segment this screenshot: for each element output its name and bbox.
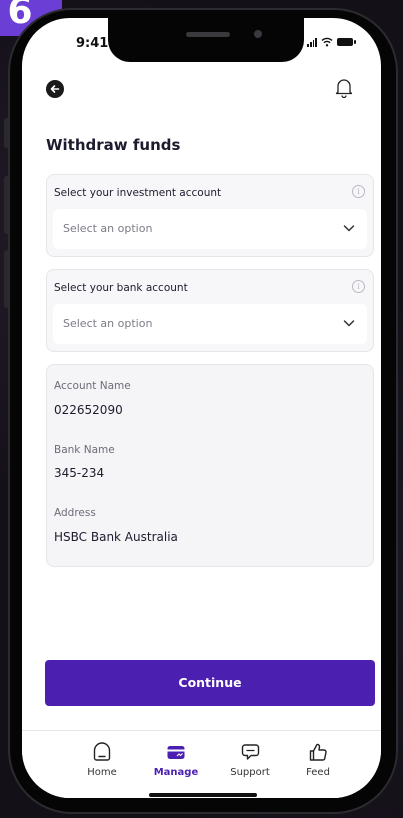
- account-name-label: Account Name: [54, 380, 131, 392]
- account-name-value: 022652090: [54, 403, 123, 417]
- top-bar: [22, 74, 381, 106]
- bank-account-placeholder: Select an option: [63, 317, 153, 330]
- investment-account-field: Select your investment account i Select …: [46, 174, 374, 257]
- bank-name-label: Bank Name: [54, 444, 115, 456]
- bell-icon[interactable]: [333, 76, 355, 98]
- account-details-card: Account Name 022652090 Bank Name 345-234…: [46, 364, 374, 567]
- bank-name-value: 345-234: [54, 466, 105, 480]
- home-icon: [93, 742, 111, 761]
- bank-account-select[interactable]: Select an option: [53, 304, 367, 344]
- home-indicator: [149, 793, 257, 797]
- notch: [108, 18, 304, 62]
- battery-icon: [337, 38, 356, 46]
- tab-feed-label: Feed: [306, 767, 330, 778]
- status-icons: [307, 37, 356, 47]
- status-time: 9:41: [76, 36, 109, 51]
- address-label: Address: [54, 507, 96, 519]
- camera: [254, 30, 262, 38]
- bank-account-label: Select your bank account: [54, 282, 188, 294]
- tab-manage-label: Manage: [153, 767, 199, 778]
- wifi-icon: [321, 37, 333, 47]
- tab-home-label: Home: [87, 767, 117, 778]
- status-bar: 9:41: [22, 18, 381, 62]
- investment-account-placeholder: Select an option: [63, 222, 153, 235]
- bottom-tab-bar: Home Manage Support Feed: [22, 730, 381, 798]
- tab-home[interactable]: Home: [72, 741, 132, 778]
- back-button[interactable]: [46, 80, 64, 98]
- address-value: HSBC Bank Australia: [54, 530, 178, 544]
- support-icon: [241, 744, 260, 760]
- info-icon[interactable]: i: [352, 280, 365, 293]
- bank-account-field: Select your bank account i Select an opt…: [46, 269, 374, 352]
- signal-icon: [307, 37, 317, 47]
- tab-manage[interactable]: Manage: [146, 741, 206, 778]
- manage-icon: [167, 746, 185, 759]
- tab-feed[interactable]: Feed: [288, 741, 348, 778]
- tab-support[interactable]: Support: [220, 741, 280, 778]
- page-title: Withdraw funds: [46, 136, 181, 154]
- arrow-left-icon: [50, 85, 60, 93]
- investment-account-select[interactable]: Select an option: [53, 209, 367, 249]
- speaker: [186, 32, 230, 37]
- tab-support-label: Support: [230, 767, 270, 778]
- investment-account-label: Select your investment account: [54, 187, 222, 199]
- app-screen: 9:41 Withdraw funds Select your investme…: [22, 18, 381, 798]
- continue-button[interactable]: Continue: [45, 660, 375, 706]
- chevron-down-icon: [343, 320, 355, 327]
- info-icon[interactable]: i: [352, 185, 365, 198]
- chevron-down-icon: [343, 225, 355, 232]
- thumbs-up-icon: [309, 743, 327, 761]
